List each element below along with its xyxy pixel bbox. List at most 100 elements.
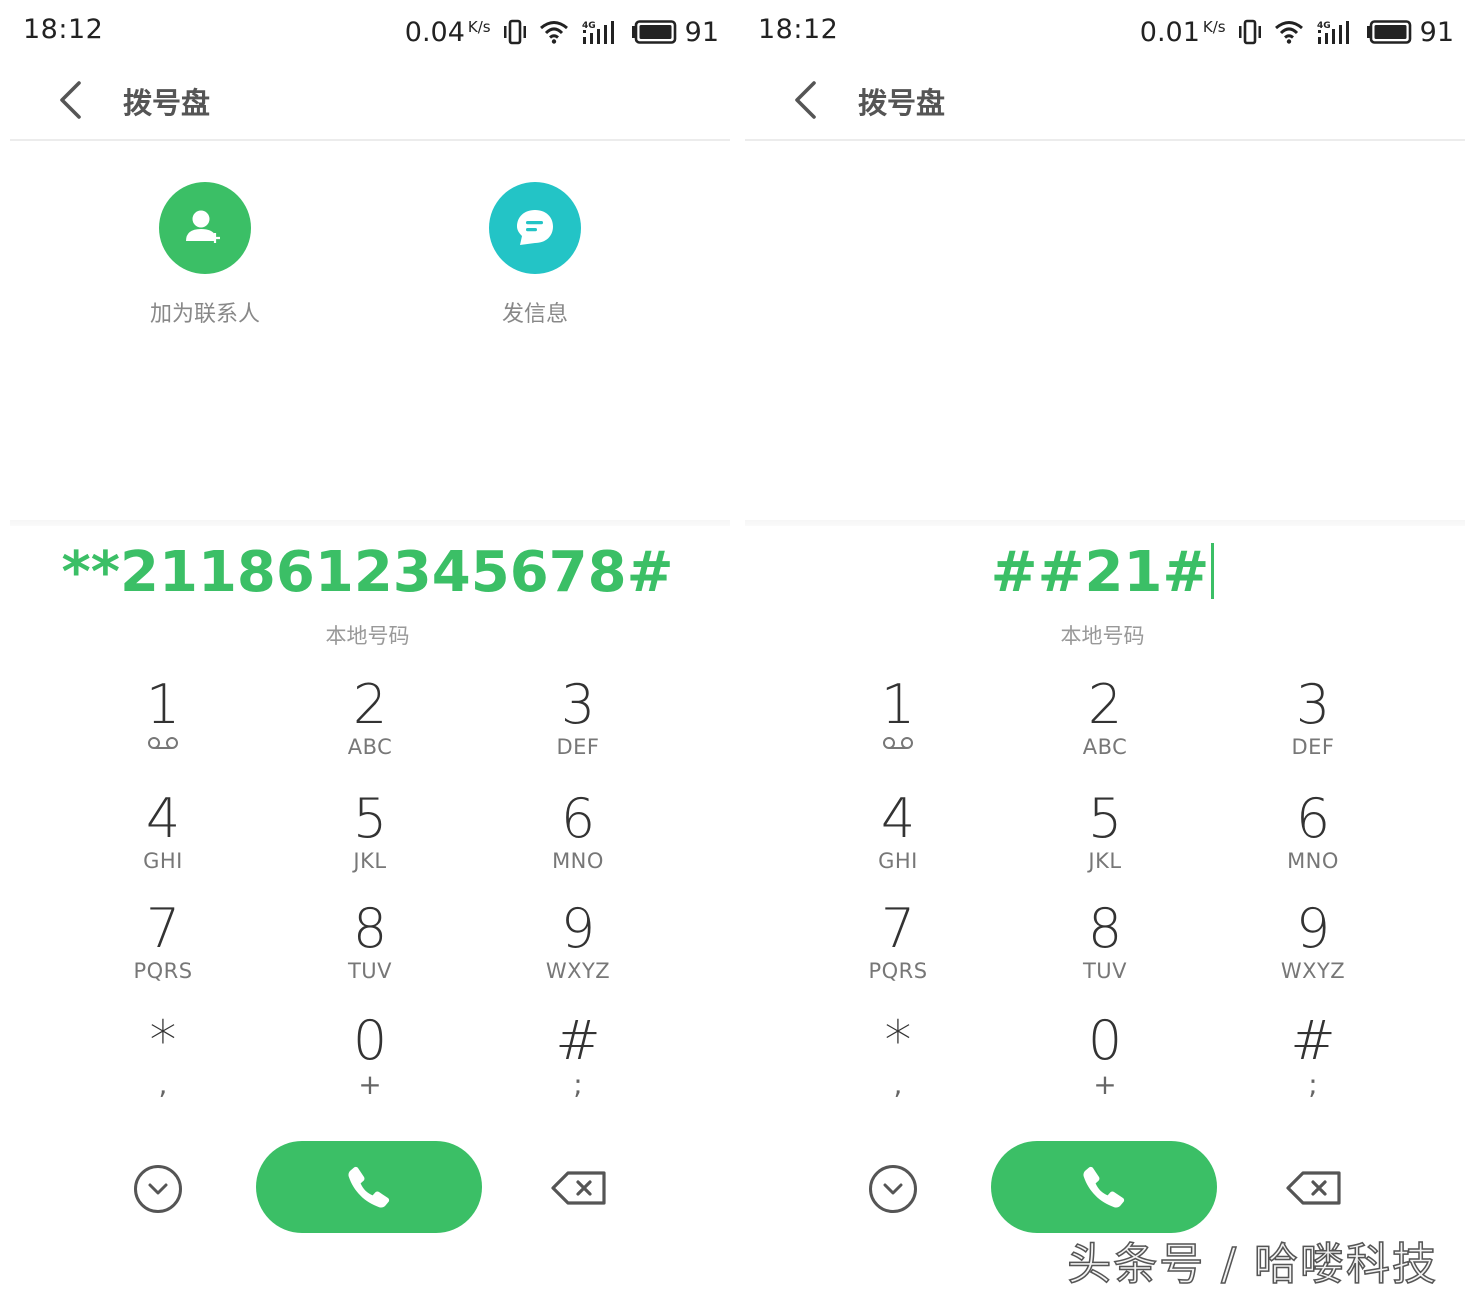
network-speed-unit: K/s — [467, 17, 491, 36]
key-hash[interactable]: #; — [498, 1012, 658, 1112]
key-8[interactable]: 8 TUV — [290, 900, 450, 1000]
key-9[interactable]: 9 WXYZ — [498, 900, 658, 1000]
key-0[interactable]: 0 + — [290, 1012, 450, 1112]
status-icons: 0.01 K/s 4G 91 — [1140, 14, 1454, 50]
key-symbol: ; — [1308, 1068, 1318, 1101]
back-button[interactable] — [50, 78, 90, 122]
voicemail-icon — [148, 737, 178, 749]
key-letters: WXYZ — [545, 959, 611, 983]
page-title: 拨号盘 — [123, 86, 211, 120]
key-digit: 3 — [560, 673, 596, 736]
key-2[interactable]: 2 ABC — [1025, 676, 1185, 776]
key-symbol: ; — [573, 1068, 583, 1101]
key-7[interactable]: 7 PQRS — [818, 900, 978, 1000]
key-symbol: + — [358, 1068, 382, 1101]
key-digit: * — [884, 1009, 912, 1072]
key-5[interactable]: 5 JKL — [290, 790, 450, 890]
key-digit: 8 — [352, 897, 388, 960]
key-digit: * — [149, 1009, 177, 1072]
key-3[interactable]: 3 DEF — [498, 676, 658, 776]
chevron-down-icon — [883, 1183, 903, 1195]
key-digit: 2 — [1087, 673, 1123, 736]
call-button[interactable] — [256, 1141, 482, 1233]
back-button[interactable] — [785, 78, 825, 122]
backspace-button[interactable] — [550, 1168, 608, 1208]
action-label: 加为联系人 — [149, 302, 260, 327]
key-6[interactable]: 6 MNO — [1233, 790, 1393, 890]
watermark: 头条号 / 哈喽科技 — [1066, 1238, 1438, 1291]
key-digit: 5 — [1087, 787, 1123, 850]
key-star[interactable]: *, — [83, 1012, 243, 1112]
key-letters: DEF — [556, 735, 600, 759]
key-digit: 7 — [145, 897, 181, 960]
add-contact-icon — [159, 182, 251, 274]
call-button[interactable] — [991, 1141, 1217, 1233]
key-digit: # — [1290, 1009, 1336, 1072]
key-4[interactable]: 4 GHI — [818, 790, 978, 890]
key-2[interactable]: 2 ABC — [290, 676, 450, 776]
svg-text:4G: 4G — [1317, 21, 1331, 31]
key-letters: GHI — [143, 849, 183, 873]
action-label: 发信息 — [501, 302, 568, 327]
collapse-keypad-button[interactable] — [869, 1165, 917, 1213]
key-letters: MNO — [552, 849, 604, 873]
key-digit: 9 — [1295, 897, 1331, 960]
key-digit: # — [555, 1009, 601, 1072]
backspace-icon — [551, 1171, 606, 1205]
battery-level: 91 — [1419, 16, 1454, 48]
key-0[interactable]: 0 + — [1025, 1012, 1185, 1112]
key-hash[interactable]: #; — [1233, 1012, 1393, 1112]
key-digit: 8 — [1087, 897, 1123, 960]
key-digit: 0 — [1087, 1009, 1123, 1072]
key-letters: JKL — [353, 849, 387, 873]
key-8[interactable]: 8 TUV — [1025, 900, 1185, 1000]
phone-icon — [1083, 1166, 1125, 1208]
battery-level: 91 — [684, 16, 719, 48]
key-1[interactable]: 1 — [818, 676, 978, 776]
divider — [745, 520, 1465, 526]
chevron-down-icon — [148, 1183, 168, 1195]
wifi-icon — [539, 20, 569, 44]
network-speed-unit: K/s — [1202, 17, 1226, 36]
key-letters: ABC — [347, 735, 393, 759]
key-letters: TUV — [347, 959, 393, 983]
app-header: 拨号盘 — [745, 64, 1465, 141]
dialed-number-display[interactable]: **2118612345678# — [0, 540, 735, 605]
key-digit: 0 — [352, 1009, 388, 1072]
key-7[interactable]: 7 PQRS — [83, 900, 243, 1000]
text-caret — [1211, 543, 1215, 599]
key-digit: 1 — [145, 673, 181, 736]
add-contact-button[interactable]: 加为联系人 — [115, 182, 295, 328]
key-letters: JKL — [1088, 849, 1122, 873]
voicemail-icon — [883, 737, 913, 749]
key-digit: 5 — [352, 787, 388, 850]
key-6[interactable]: 6 MNO — [498, 790, 658, 890]
key-5[interactable]: 5 JKL — [1025, 790, 1185, 890]
vibrate-icon — [503, 19, 527, 45]
key-star[interactable]: *, — [818, 1012, 978, 1112]
message-icon — [489, 182, 581, 274]
number-location: 本地号码 — [325, 624, 410, 648]
chevron-left-icon — [60, 81, 81, 119]
key-3[interactable]: 3 DEF — [1233, 676, 1393, 776]
key-letters: TUV — [1082, 959, 1128, 983]
status-time: 18:12 — [23, 14, 104, 45]
status-bar: 18:12 0.04 K/s 4G 91 — [0, 0, 735, 64]
key-digit: 3 — [1295, 673, 1331, 736]
key-symbol: + — [1093, 1068, 1117, 1101]
send-message-button[interactable]: 发信息 — [445, 182, 625, 328]
chevron-left-icon — [795, 81, 816, 119]
key-4[interactable]: 4 GHI — [83, 790, 243, 890]
key-1[interactable]: 1 — [83, 676, 243, 776]
dialed-number-display[interactable]: ##21# — [735, 540, 1470, 605]
key-digit: 6 — [560, 787, 596, 850]
collapse-keypad-button[interactable] — [134, 1165, 182, 1213]
divider — [10, 520, 730, 526]
dialer-screen-2: 18:12 0.01 K/s 4G 91 拨号盘 ##21# 本地号码 1 2 ABC 3 DEF 4… — [735, 0, 1470, 1300]
network-speed-value: 0.01 — [1139, 16, 1200, 48]
backspace-button[interactable] — [1285, 1168, 1343, 1208]
key-9[interactable]: 9 WXYZ — [1233, 900, 1393, 1000]
key-symbol: , — [893, 1068, 903, 1101]
app-header: 拨号盘 — [10, 64, 730, 141]
network-speed-value: 0.04 — [404, 16, 465, 48]
